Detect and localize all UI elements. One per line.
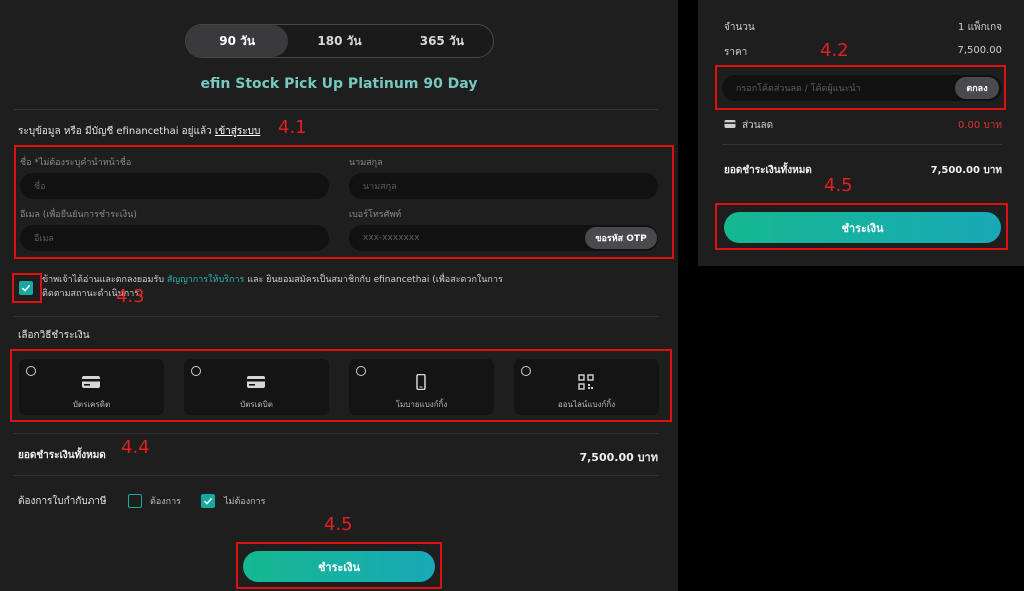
summary-total-value: 7,500.00 บาท — [930, 165, 1002, 176]
annotation-4-2: 4.2 — [820, 40, 849, 61]
tab-365-days[interactable]: 365 วัน — [391, 25, 493, 57]
plan-title: efin Stock Pick Up Platinum 90 Day — [200, 76, 478, 92]
quantity-value: 1 แพ็กเกจ — [958, 22, 1002, 33]
total-label: ยอดชำระเงินทั้งหมด — [18, 450, 106, 461]
quantity-label: จำนวน — [724, 22, 755, 33]
login-prompt-text: ระบุข้อมูล หรือ มีบัญชี efinancethai อยู… — [18, 126, 212, 137]
divider — [14, 316, 658, 317]
annotation-box-4-1 — [14, 145, 674, 259]
tax-invoice-no-label: ไม่ต้องการ — [224, 497, 266, 507]
consent-prefix: ข้าพเจ้าได้อ่านและตกลงยอมรับ — [42, 275, 165, 285]
login-link[interactable]: เข้าสู่ระบบ — [215, 126, 260, 137]
annotation-4-4: 4.4 — [121, 437, 150, 458]
summary-total-label: ยอดชำระเงินทั้งหมด — [724, 165, 812, 176]
annotation-box-4-3 — [12, 273, 42, 303]
tab-180-days[interactable]: 180 วัน — [288, 25, 390, 57]
order-summary-panel: จำนวน 1 แพ็กเกจ ราคา 4.2 7,500.00 กรอกโค… — [698, 0, 1024, 266]
price-value: 7,500.00 — [957, 45, 1002, 56]
annotation-box-4-5 — [236, 542, 442, 589]
tax-invoice-yes-checkbox[interactable] — [128, 494, 142, 508]
annotation-box-4-2 — [715, 65, 1006, 110]
tab-90-days[interactable]: 90 วัน — [186, 25, 289, 57]
divider — [14, 433, 658, 434]
annotation-4-5: 4.5 — [824, 175, 853, 196]
annotation-4-3: 4.3 — [116, 286, 145, 307]
divider — [14, 109, 658, 110]
checkout-page: 90 วัน 180 วัน 365 วัน efin Stock Pick U… — [0, 0, 1024, 591]
login-prompt: ระบุข้อมูล หรือ มีบัญชี efinancethai อยู… — [18, 124, 260, 139]
discount-value: 0.00 บาท — [958, 120, 1002, 131]
annotation-4-1: 4.1 — [278, 117, 307, 138]
period-tabs: 90 วัน 180 วัน 365 วัน — [185, 24, 494, 58]
annotation-4-5: 4.5 — [324, 514, 353, 535]
consent-text: ข้าพเจ้าได้อ่านและตกลงยอมรับ สัญญาการให้… — [42, 273, 522, 301]
price-label: ราคา — [724, 47, 748, 58]
terms-link[interactable]: สัญญาการให้บริการ — [167, 275, 244, 285]
tax-invoice-yes-label: ต้องการ — [150, 497, 181, 507]
payment-section-title: เลือกวิธีชำระเงิน — [18, 330, 90, 341]
checkout-form-panel: 90 วัน 180 วัน 365 วัน efin Stock Pick U… — [0, 0, 678, 591]
annotation-box-4-5-summary — [715, 203, 1008, 250]
annotation-box-4-4 — [10, 349, 672, 422]
tax-invoice-label: ต้องการใบกำกับภาษี — [18, 496, 107, 507]
divider — [14, 475, 658, 476]
discount-card-icon — [724, 120, 736, 128]
check-icon — [203, 497, 213, 505]
divider — [722, 144, 1002, 145]
discount-label: ส่วนลด — [742, 120, 774, 131]
total-value: 7,500.00 บาท — [579, 451, 658, 464]
tax-invoice-no-checkbox[interactable] — [201, 494, 215, 508]
